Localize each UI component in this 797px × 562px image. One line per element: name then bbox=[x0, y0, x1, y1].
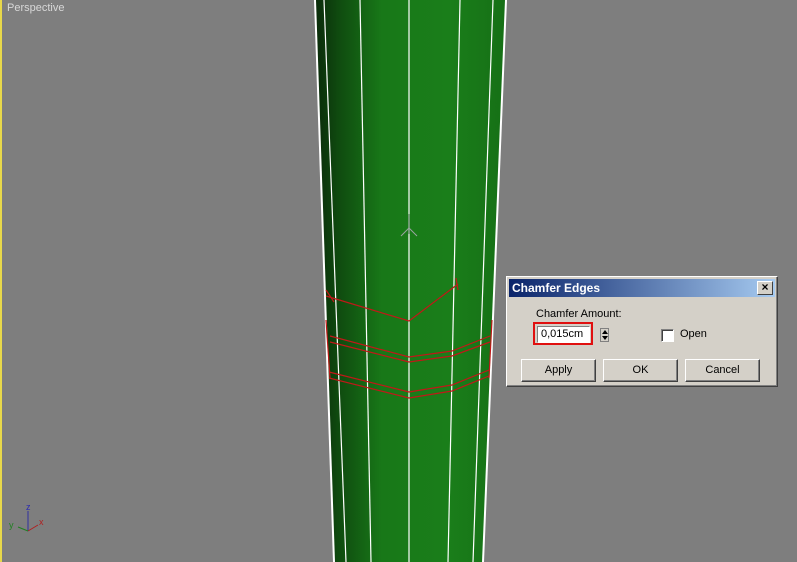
open-checkbox[interactable] bbox=[661, 329, 674, 342]
chamfer-edges-dialog: Chamfer Edges × Chamfer Amount: 0,015cm … bbox=[506, 276, 778, 387]
cylinder-mesh bbox=[315, 0, 506, 562]
spinner-down-icon[interactable] bbox=[602, 336, 608, 340]
chamfer-amount-input[interactable]: 0,015cm bbox=[537, 326, 590, 343]
close-icon: × bbox=[761, 280, 769, 294]
cancel-button[interactable]: Cancel bbox=[685, 359, 760, 382]
axis-z-label: z bbox=[26, 502, 31, 512]
chamfer-amount-label: Chamfer Amount: bbox=[536, 308, 622, 320]
axis-gizmo-icon: z y x bbox=[9, 502, 44, 532]
dialog-title: Chamfer Edges bbox=[512, 281, 601, 295]
axis-y-label: y bbox=[9, 520, 14, 530]
open-checkbox-label[interactable]: Open bbox=[680, 328, 707, 340]
spinner-up-icon[interactable] bbox=[602, 330, 608, 334]
chamfer-amount-spinner[interactable] bbox=[600, 328, 609, 342]
ok-button[interactable]: OK bbox=[603, 359, 678, 382]
dialog-titlebar[interactable]: Chamfer Edges × bbox=[509, 279, 775, 297]
close-button[interactable]: × bbox=[757, 281, 773, 295]
axis-x-label: x bbox=[39, 517, 44, 527]
apply-button[interactable]: Apply bbox=[521, 359, 596, 382]
